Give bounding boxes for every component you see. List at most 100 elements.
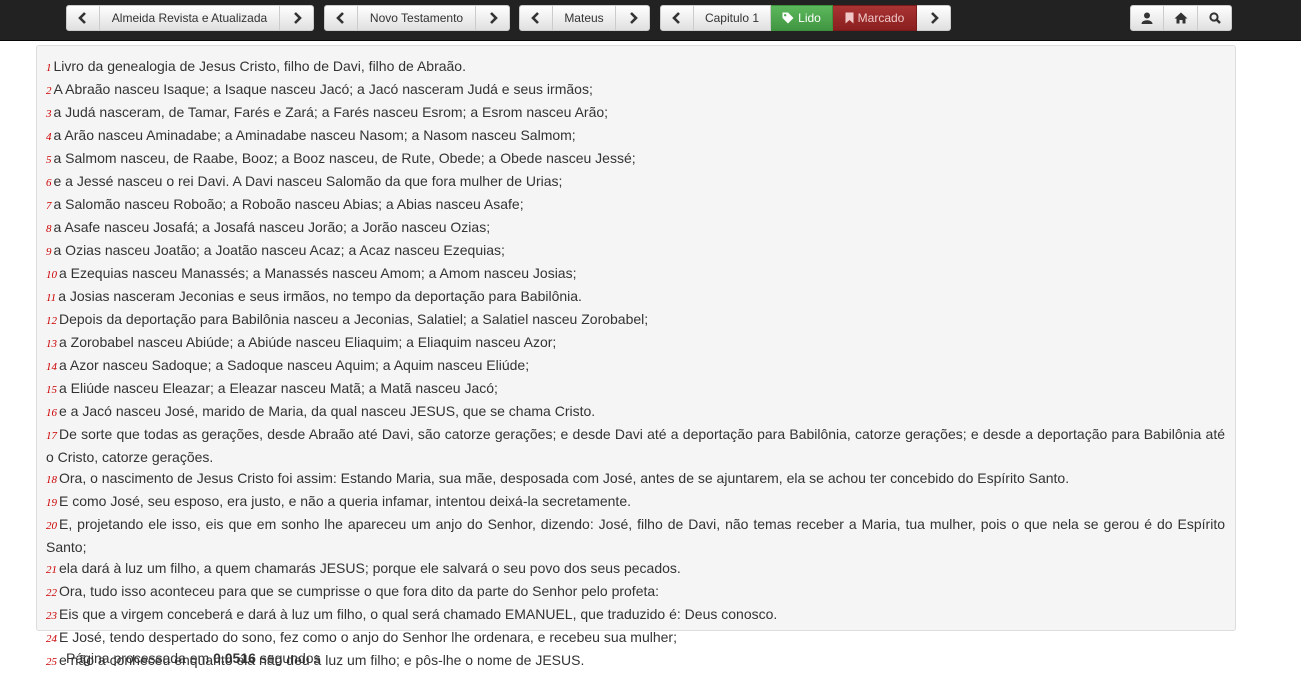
verse-number: 21 xyxy=(46,564,57,576)
read-button[interactable]: Lido xyxy=(771,5,833,31)
testament-button[interactable]: Novo Testamento xyxy=(358,5,476,31)
page-footer: Página processada em 0.0516 segundos xyxy=(66,650,321,666)
verse: 12 Depois da deportação para Babilônia na… xyxy=(46,309,1225,332)
verse-text: a Josias nasceram Jeconias e seus irmãos… xyxy=(58,288,582,304)
verse-text: a Eliúde nasceu Eleazar; a Eleazar nasce… xyxy=(59,380,498,396)
home-button[interactable] xyxy=(1164,5,1198,31)
chapter-prev-button[interactable] xyxy=(660,5,694,31)
version-selector: Almeida Revista e Atualizada xyxy=(66,5,314,31)
chevron-left-icon xyxy=(336,12,344,24)
search-button[interactable] xyxy=(1198,5,1232,31)
verse-number: 6 xyxy=(46,177,52,189)
verse-text: a Ozias nasceu Joatão; a Joatão nasceu A… xyxy=(53,242,505,258)
verse-text: a Salomão nasceu Roboão; a Roboão nasceu… xyxy=(53,196,524,212)
verse-number: 3 xyxy=(46,108,52,120)
verse-text: a Judá nasceram, de Tamar, Farés e Zará;… xyxy=(53,104,609,120)
verse-text: a Asafe nasceu Josafá; a Josafá nasceu J… xyxy=(53,219,491,235)
verse-text: E como José, seu esposo, era justo, e nã… xyxy=(59,493,631,509)
home-icon xyxy=(1174,12,1187,24)
verse-text: Depois da deportação para Babilônia nasc… xyxy=(59,311,649,327)
verse-number: 24 xyxy=(46,633,57,645)
chevron-right-icon xyxy=(930,12,939,24)
verse: 2A Abraão nasceu Isaque; a Isaque nasceu… xyxy=(46,79,1225,102)
user-button[interactable] xyxy=(1130,5,1164,31)
verse-text: A Abraão nasceu Isaque; a Isaque nasceu … xyxy=(53,81,593,97)
verse-number: 25 xyxy=(46,656,57,668)
verse: 22 Ora, tudo isso aconteceu para que se c… xyxy=(46,581,1225,604)
book-next-button[interactable] xyxy=(616,5,650,31)
marked-button[interactable]: Marcado xyxy=(833,5,917,31)
verse-text: a Azor nasceu Sadoque; a Sadoque nasceu … xyxy=(59,357,530,373)
verse: 14 a Azor nasceu Sadoque; a Sadoque nasce… xyxy=(46,355,1225,378)
verse-number: 23 xyxy=(46,610,57,622)
verse-number: 20 xyxy=(46,520,57,532)
verse: 24 E José, tendo despertado do sono, fez … xyxy=(46,627,1225,650)
search-icon xyxy=(1208,12,1221,24)
verse-text: Livro da genealogia de Jesus Cristo, fil… xyxy=(53,58,466,74)
verse: 13 a Zorobabel nasceu Abiúde; a Abiúde na… xyxy=(46,332,1225,355)
verse: 7a Salomão nasceu Roboão; a Roboão nasce… xyxy=(46,194,1225,217)
book-prev-button[interactable] xyxy=(519,5,553,31)
verse: 20 E, projetando ele isso, eis que em son… xyxy=(46,514,1225,558)
verse-number: 15 xyxy=(46,384,57,396)
verse-text: a Ezequias nasceu Manassés; a Manassés n… xyxy=(59,265,577,281)
verse-number: 17 xyxy=(46,430,57,442)
chevron-right-icon xyxy=(293,12,302,24)
verse-number: 19 xyxy=(46,497,57,509)
verse: 16 e a Jacó nasceu José, marido de Maria,… xyxy=(46,401,1225,424)
verse-number: 2 xyxy=(46,85,52,97)
testament-selector: Novo Testamento xyxy=(324,5,510,31)
verse-text: e a Jacó nasceu José, marido de Maria, d… xyxy=(59,403,596,419)
verse-number: 8 xyxy=(46,223,52,235)
verse-number: 9 xyxy=(46,246,52,258)
version-button[interactable]: Almeida Revista e Atualizada xyxy=(100,5,280,31)
verse: 21 ela dará à luz um filho, a quem chamar… xyxy=(46,558,1225,581)
verse-text: a Salmom nasceu, de Raabe, Booz; a Booz … xyxy=(53,150,636,166)
tag-icon xyxy=(782,12,794,24)
verse-number: 18 xyxy=(46,474,57,486)
processing-time: 0.0516 xyxy=(213,650,256,666)
user-icon xyxy=(1141,12,1153,24)
verse: 11 a Josias nasceram Jeconias e seus irmã… xyxy=(46,286,1225,309)
verse-list: 1 Livro da genealogia de Jesus Cristo, fi… xyxy=(46,56,1225,673)
testament-next-button[interactable] xyxy=(476,5,510,31)
verse-number: 22 xyxy=(46,587,57,599)
verse-text: e a Jessé nasceu o rei Davi. A Davi nasc… xyxy=(53,173,563,189)
verse-number: 7 xyxy=(46,200,52,212)
verse-number: 11 xyxy=(46,292,57,304)
verse-text: a Arão nasceu Aminadabe; a Aminadabe nas… xyxy=(53,127,576,143)
chevron-right-icon xyxy=(629,12,638,24)
verse: 5a Salmom nasceu, de Raabe, Booz; a Booz… xyxy=(46,148,1225,171)
bookmark-icon xyxy=(845,12,854,24)
top-navbar: Almeida Revista e Atualizada Novo Testam… xyxy=(0,0,1301,41)
user-actions xyxy=(1130,5,1232,31)
verse: 15 a Eliúde nasceu Eleazar; a Eleazar nas… xyxy=(46,378,1225,401)
verse-text: Eis que a virgem conceberá e dará à luz … xyxy=(59,606,778,622)
marked-label: Marcado xyxy=(857,11,905,25)
testament-prev-button[interactable] xyxy=(324,5,358,31)
footer-suffix: segundos xyxy=(259,650,321,666)
chapter-button[interactable]: Capitulo 1 xyxy=(694,5,771,31)
verse-number: 1 xyxy=(46,62,52,74)
version-next-button[interactable] xyxy=(280,5,314,31)
read-label: Lido xyxy=(798,11,821,25)
verse: 19 E como José, seu esposo, era justo, e … xyxy=(46,491,1225,514)
verse-number: 12 xyxy=(46,315,57,327)
footer-prefix: Página processada em xyxy=(66,650,210,666)
verse: 6e a Jessé nasceu o rei Davi. A Davi nas… xyxy=(46,171,1225,194)
verse: 1 Livro da genealogia de Jesus Cristo, fi… xyxy=(46,56,1225,79)
chapter-next-button[interactable] xyxy=(917,5,951,31)
verse-number: 16 xyxy=(46,407,57,419)
verse: 18 Ora, o nascimento de Jesus Cristo foi … xyxy=(46,468,1225,491)
book-button[interactable]: Mateus xyxy=(553,5,616,31)
verse: 9a Ozias nasceu Joatão; a Joatão nasceu … xyxy=(46,240,1225,263)
verse-number: 14 xyxy=(46,361,57,373)
verse: 4a Arão nasceu Aminadabe; a Aminadabe na… xyxy=(46,125,1225,148)
verse: 17 De sorte que todas as gerações, desde … xyxy=(46,424,1225,468)
verse: 10 a Ezequias nasceu Manassés; a Manassés… xyxy=(46,263,1225,286)
verse-text: E, projetando ele isso, eis que em sonho… xyxy=(46,516,1225,555)
chevron-left-icon xyxy=(78,12,86,24)
chevron-left-icon xyxy=(672,12,680,24)
verse-text: ela dará à luz um filho, a quem chamarás… xyxy=(59,560,681,576)
version-prev-button[interactable] xyxy=(66,5,100,31)
